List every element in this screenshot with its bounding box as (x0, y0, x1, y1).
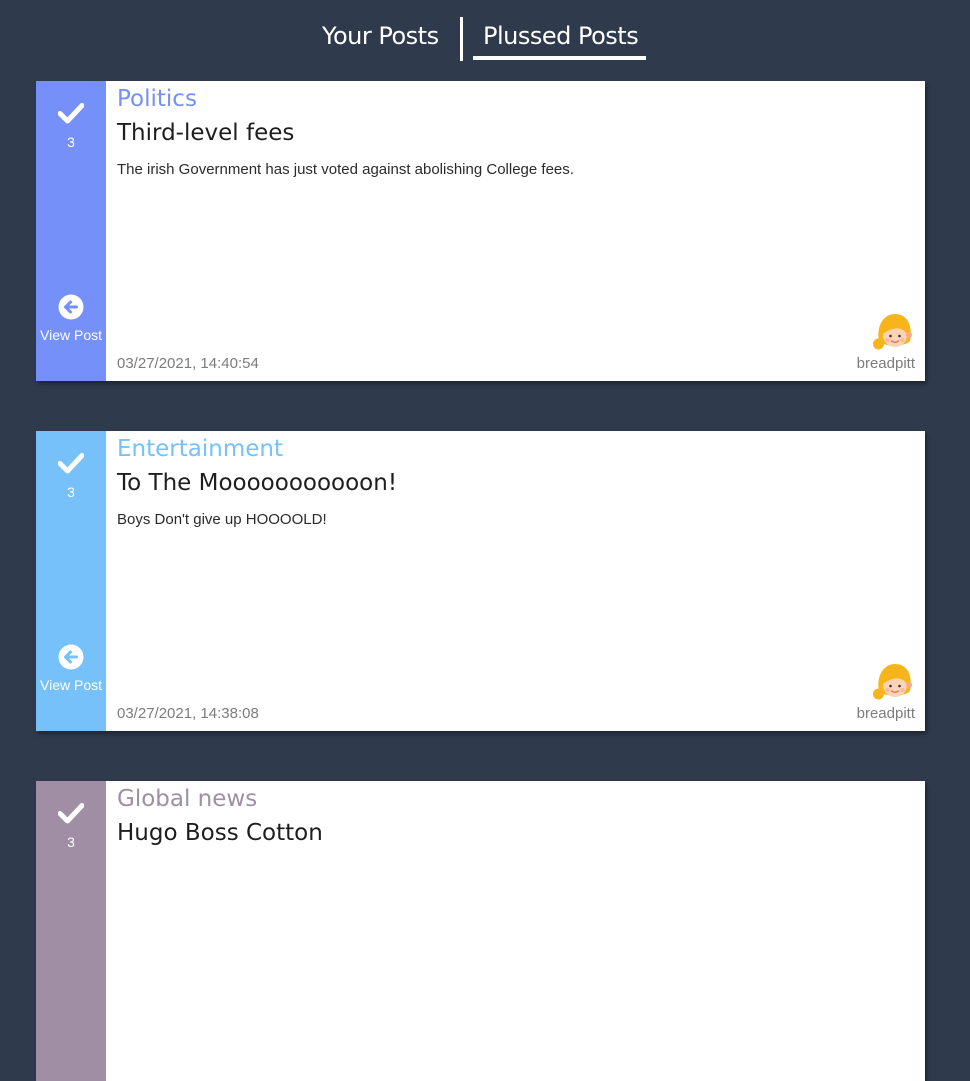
tab-plussed-posts[interactable]: Plussed Posts (483, 22, 639, 50)
view-post-button[interactable]: View Post (36, 294, 106, 346)
arrow-left-circle-icon (58, 644, 84, 670)
arrow-left-circle-icon (58, 294, 84, 320)
post-title: Hugo Boss Cotton (117, 820, 323, 846)
avatar-blonde-woman-icon[interactable] (873, 311, 915, 353)
avatar-blonde-woman-icon[interactable] (873, 661, 915, 703)
view-post-button[interactable]: View Post (36, 644, 106, 696)
post-content: Entertainment To The Mooooooooooon! Boys… (117, 431, 915, 731)
check-icon[interactable] (58, 451, 84, 475)
post-card: 3 View Post Entertainment To The Moooooo… (36, 431, 925, 731)
post-title: To The Mooooooooooon! (117, 470, 398, 496)
plus-sidebar: 3 View Post (36, 81, 106, 381)
check-icon[interactable] (58, 101, 84, 125)
post-author[interactable]: breadpitt (857, 705, 915, 722)
plus-count: 3 (67, 134, 75, 150)
active-tab-underline (473, 56, 646, 60)
plus-sidebar: 3 (36, 781, 106, 1081)
tab-your-posts[interactable]: Your Posts (322, 22, 439, 50)
tab-divider (460, 17, 463, 61)
post-category: Politics (117, 86, 197, 112)
post-body: Boys Don't give up HOOOOLD! (117, 511, 327, 528)
post-title: Third-level fees (117, 120, 295, 146)
view-post-label: View Post (40, 677, 102, 693)
post-content: Politics Third-level fees The irish Gove… (117, 81, 915, 381)
post-card: 3 Global news Hugo Boss Cotton (36, 781, 925, 1081)
plus-sidebar: 3 View Post (36, 431, 106, 731)
post-category: Entertainment (117, 436, 283, 462)
post-author[interactable]: breadpitt (857, 355, 915, 372)
post-body: The irish Government has just voted agai… (117, 161, 574, 178)
check-icon[interactable] (58, 801, 84, 825)
post-timestamp: 03/27/2021, 14:40:54 (117, 355, 259, 372)
post-content: Global news Hugo Boss Cotton (117, 781, 915, 1081)
plus-count: 3 (67, 834, 75, 850)
post-timestamp: 03/27/2021, 14:38:08 (117, 705, 259, 722)
plus-count: 3 (67, 484, 75, 500)
view-post-label: View Post (40, 327, 102, 343)
post-category: Global news (117, 786, 258, 812)
posts-tabs: Your Posts Plussed Posts (0, 0, 970, 80)
post-card: 3 View Post Politics Third-level fees Th… (36, 81, 925, 381)
